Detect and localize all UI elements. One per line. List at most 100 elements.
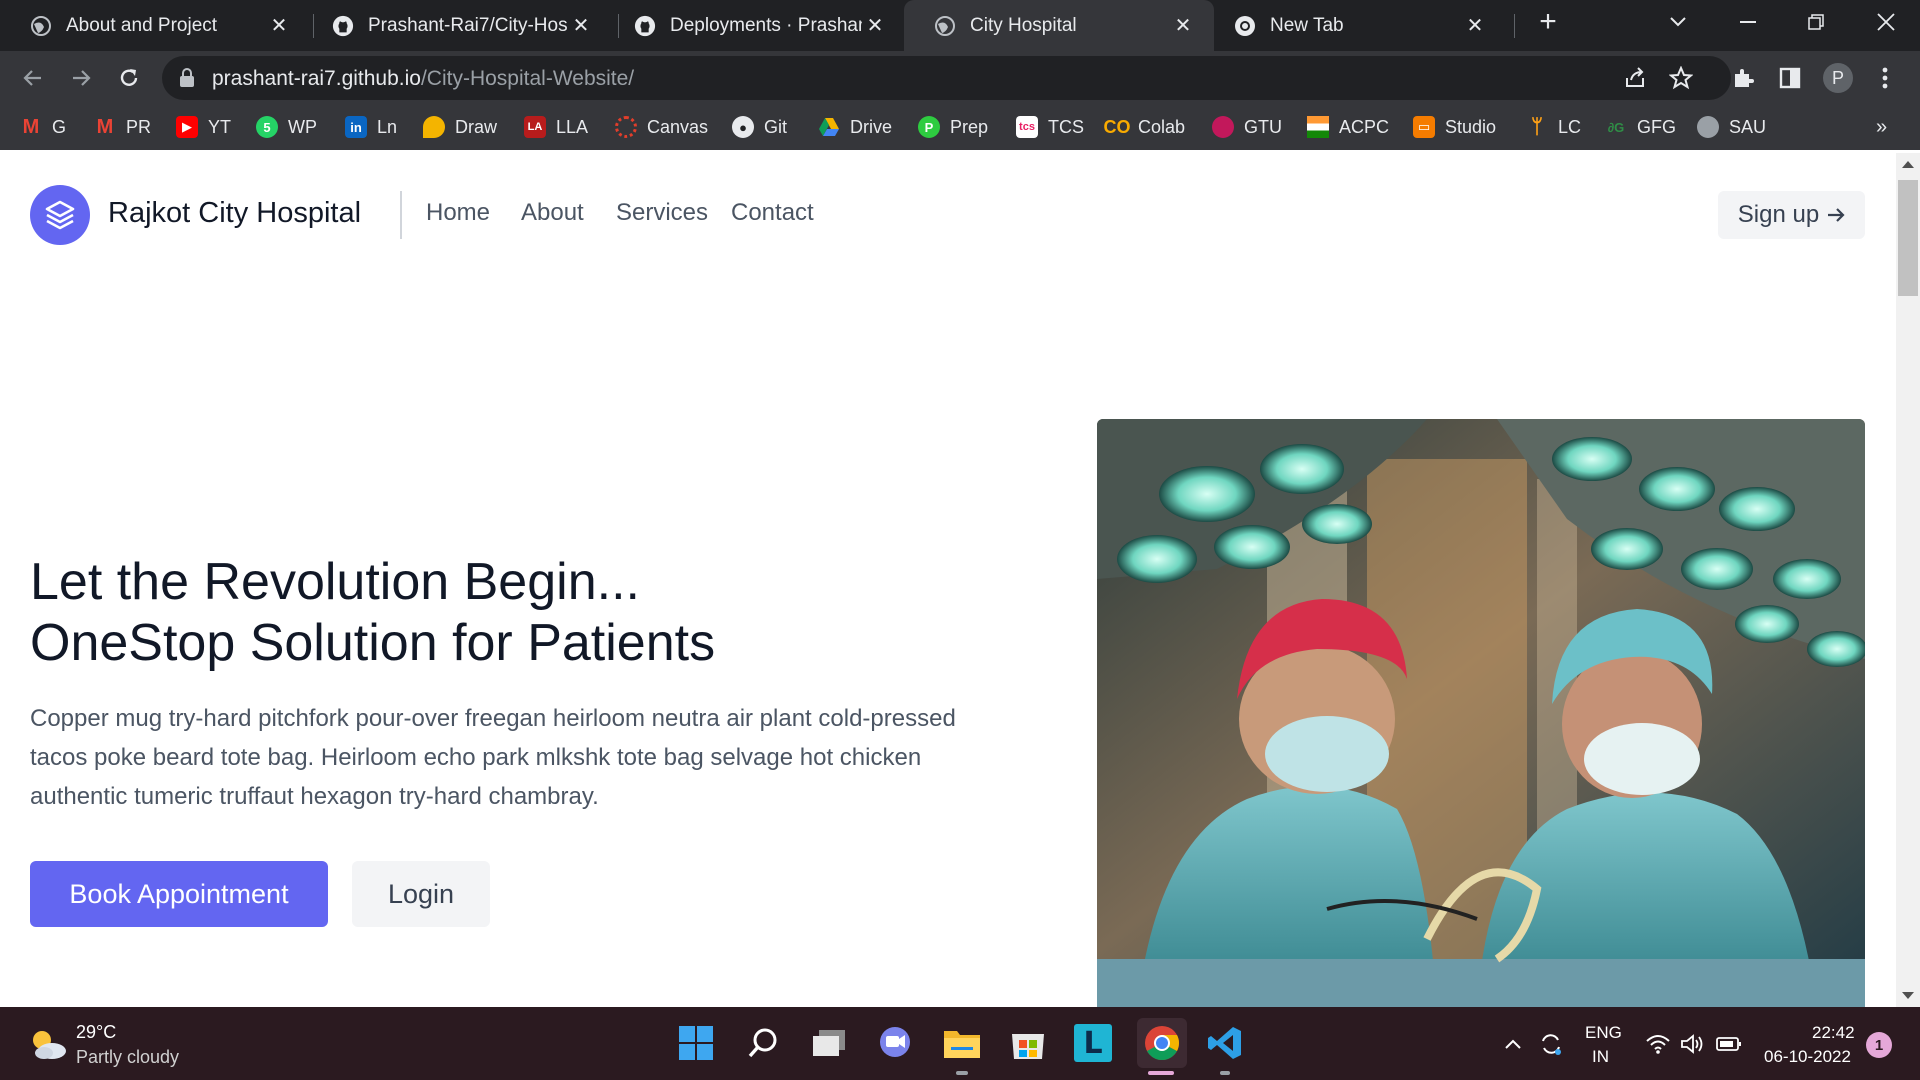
browser-toolbar: prashant-rai7.github.io/City-Hospital-We… (0, 51, 1920, 105)
studio-icon: ▭ (1413, 116, 1435, 138)
bookmark-lc[interactable]: ᛘ LC (1526, 113, 1581, 141)
globe-icon (934, 15, 956, 37)
bookmark-g[interactable]: MG (20, 113, 66, 141)
chevron-up-icon[interactable] (1500, 1031, 1526, 1057)
bookmark-wp[interactable]: 5 WP (256, 113, 317, 141)
volume-icon[interactable] (1680, 1031, 1706, 1057)
teams-chat-icon[interactable] (873, 1021, 917, 1065)
reload-icon[interactable] (110, 59, 148, 97)
tab-about-and-project[interactable]: About and Project ✕ (0, 0, 310, 51)
windows-start-icon[interactable] (674, 1021, 718, 1065)
bookmark-prep[interactable]: P Prep (918, 113, 988, 141)
bookmark-yt[interactable]: ▶ YT (176, 113, 231, 141)
clock-time[interactable]: 22:42 (1812, 1023, 1855, 1043)
weather-temperature[interactable]: 29°C (76, 1022, 116, 1043)
running-indicator (956, 1071, 968, 1075)
nav-services[interactable]: Services (616, 199, 708, 227)
tab-deployments[interactable]: Deployments · Prashant-Rai7 ✕ (604, 0, 906, 51)
search-icon[interactable] (741, 1021, 785, 1065)
tab-city-hospital[interactable]: City Hospital ✕ (904, 0, 1214, 51)
microsoft-store-icon[interactable] (1006, 1021, 1050, 1065)
address-bar[interactable]: prashant-rai7.github.io/City-Hospital-We… (162, 56, 1731, 100)
chrome-icon (1234, 15, 1256, 37)
bookmark-gfg[interactable]: ∂G GFG (1605, 113, 1676, 141)
bookmark-acpc[interactable]: ACPC (1307, 113, 1389, 141)
tab-search-icon[interactable] (1650, 0, 1706, 44)
more-menu-icon[interactable] (1866, 59, 1904, 97)
side-panel-icon[interactable] (1771, 59, 1809, 97)
bookmark-lla[interactable]: LA LLA (524, 113, 588, 141)
extensions-puzzle-icon[interactable] (1724, 59, 1762, 97)
new-tab-button[interactable]: + (1520, 0, 1576, 44)
vscode-icon[interactable] (1203, 1021, 1247, 1065)
lla-icon: LA (524, 116, 546, 138)
github-icon: ● (732, 116, 754, 138)
url-text[interactable]: prashant-rai7.github.io/City-Hospital-We… (212, 67, 634, 91)
wifi-icon[interactable] (1645, 1031, 1671, 1057)
close-icon[interactable]: ✕ (1170, 13, 1196, 39)
nav-home[interactable]: Home (426, 199, 490, 227)
close-icon[interactable]: ✕ (568, 13, 594, 39)
linkedin-icon: in (345, 116, 367, 138)
chrome-taskbar-icon[interactable] (1137, 1018, 1187, 1068)
weather-description[interactable]: Partly cloudy (76, 1047, 179, 1068)
bookmark-canvas[interactable]: Canvas (615, 113, 708, 141)
bookmark-ln[interactable]: in Ln (345, 113, 397, 141)
login-button[interactable]: Login (352, 861, 490, 927)
bookmark-drive[interactable]: Drive (818, 113, 892, 141)
tab-new-tab[interactable]: New Tab ✕ (1204, 0, 1506, 51)
battery-icon[interactable] (1716, 1031, 1742, 1057)
minimize-icon[interactable] (1720, 0, 1776, 44)
bookmark-tcs[interactable]: tcs TCS (1016, 113, 1084, 141)
layers-logo-icon[interactable] (30, 185, 90, 245)
close-icon[interactable]: ✕ (1462, 13, 1488, 39)
hero-title-line2: OneStop Solution for Patients (30, 614, 716, 672)
file-explorer-icon[interactable] (940, 1021, 984, 1065)
scroll-up-icon[interactable] (1902, 161, 1914, 168)
bookmark-star-icon[interactable] (1668, 65, 1694, 91)
nav-contact[interactable]: Contact (731, 199, 814, 227)
bookmark-git[interactable]: ● Git (732, 113, 787, 141)
bookmark-studio[interactable]: ▭ Studio (1413, 113, 1496, 141)
profile-avatar[interactable]: P (1819, 59, 1857, 97)
back-arrow-icon[interactable] (14, 59, 52, 97)
tcs-icon: tcs (1016, 116, 1038, 138)
bookmark-sau[interactable]: SAU (1697, 113, 1766, 141)
partly-cloudy-icon[interactable] (28, 1027, 68, 1066)
active-indicator (1148, 1071, 1174, 1075)
windows-taskbar: 29°C Partly cloudy L ENG IN 22:42 06-10-… (0, 1007, 1920, 1080)
bookmarks-bar: MG M PR ▶ YT 5 WP in Ln Draw LA LLA Canvas ● G… (0, 105, 1920, 150)
drive-icon (818, 116, 840, 138)
gmail-icon: M (22, 115, 40, 138)
book-appointment-button[interactable]: Book Appointment (30, 861, 328, 927)
l-app-icon[interactable]: L (1071, 1021, 1115, 1065)
signup-button[interactable]: Sign up (1718, 191, 1865, 239)
notification-badge[interactable]: 1 (1866, 1032, 1892, 1058)
bookmarks-overflow-icon[interactable]: » (1876, 113, 1887, 141)
nav-about[interactable]: About (521, 199, 584, 227)
site-title[interactable]: Rajkot City Hospital (108, 197, 361, 230)
lock-icon[interactable] (178, 67, 196, 94)
task-view-icon[interactable] (807, 1021, 851, 1065)
bookmark-gtu[interactable]: GTU (1212, 113, 1282, 141)
scroll-down-icon[interactable] (1902, 992, 1914, 999)
language-indicator[interactable]: ENG (1585, 1023, 1622, 1043)
clock-date[interactable]: 06-10-2022 (1764, 1047, 1851, 1067)
hero-title-line1: Let the Revolution Begin... (30, 553, 640, 611)
bookmark-pr[interactable]: M PR (94, 113, 151, 141)
bookmark-draw[interactable]: Draw (423, 113, 497, 141)
close-icon[interactable]: ✕ (862, 13, 888, 39)
region-indicator[interactable]: IN (1592, 1047, 1609, 1067)
youtube-icon: ▶ (176, 116, 198, 138)
scrollbar-thumb[interactable] (1898, 180, 1918, 296)
sync-icon[interactable] (1538, 1031, 1564, 1057)
forward-arrow-icon[interactable] (62, 59, 100, 97)
close-window-icon[interactable] (1858, 0, 1914, 44)
close-icon[interactable]: ✕ (266, 13, 292, 39)
restore-icon[interactable] (1788, 0, 1844, 44)
share-icon[interactable] (1622, 65, 1648, 91)
globe-icon (30, 15, 52, 37)
tab-github-repo[interactable]: Prashant-Rai7/City-Hospital-Website ✕ (302, 0, 612, 51)
bookmark-colab[interactable]: CO Colab (1104, 113, 1186, 141)
running-indicator (1220, 1071, 1230, 1075)
